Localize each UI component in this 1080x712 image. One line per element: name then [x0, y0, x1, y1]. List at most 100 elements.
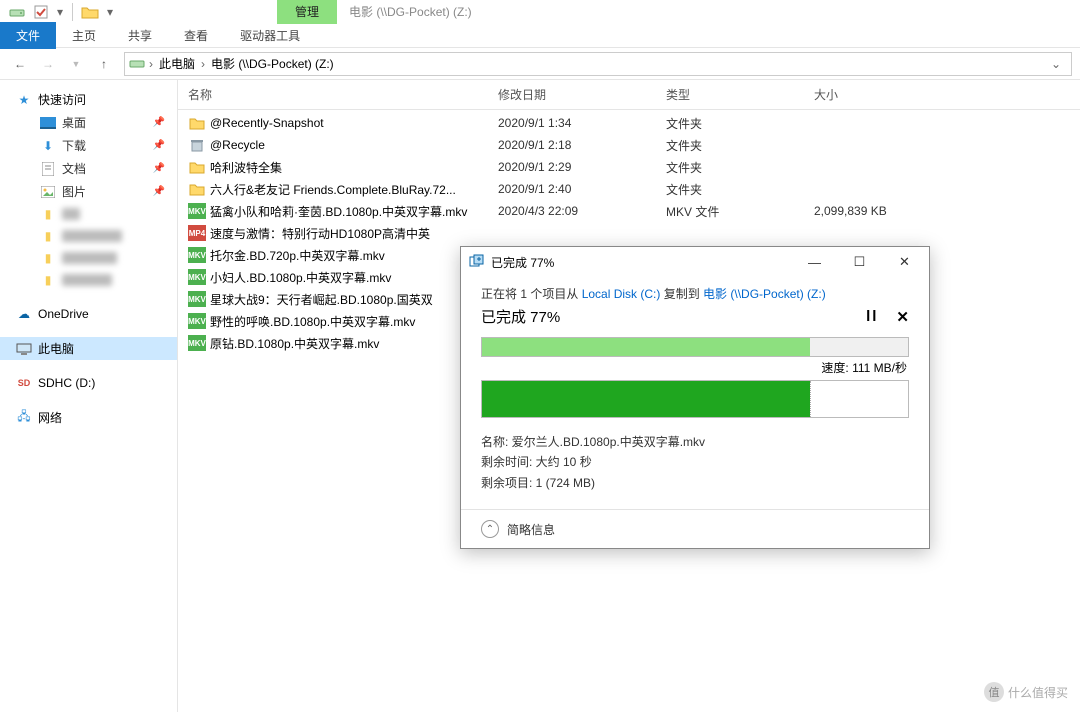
file-size: 2,099,839 KB [814, 204, 954, 218]
column-date[interactable]: 修改日期 [498, 86, 666, 103]
cancel-button[interactable]: ✕ [896, 308, 909, 326]
qat-dropdown-icon[interactable]: ▾ [103, 1, 117, 23]
chevron-right-icon[interactable]: › [197, 57, 209, 71]
folder-icon: ▮ [40, 228, 56, 244]
dialog-title: 已完成 77% [491, 254, 792, 271]
sidebar-item-documents[interactable]: 文档 📌 [0, 157, 177, 180]
file-type: 文件夹 [666, 159, 814, 176]
file-row[interactable]: @Recycle2020/9/1 2:18文件夹 [178, 134, 1080, 156]
pin-icon: 📌 [153, 117, 165, 128]
address-box[interactable]: › 此电脑 › 电影 (\\DG-Pocket) (Z:) ⌄ [124, 52, 1072, 76]
nav-back-button[interactable]: ← [8, 52, 32, 76]
sidebar-item-label: 快速访问 [38, 91, 86, 108]
fewer-details-toggle[interactable]: ⌃ 简略信息 [461, 509, 929, 548]
desktop-icon [40, 115, 56, 131]
chevron-right-icon[interactable]: › [145, 57, 157, 71]
file-name: 托尔金.BD.720p.中英双字幕.mkv [210, 247, 498, 264]
file-name: 六人行&老友记 Friends.Complete.BluRay.72... [210, 181, 498, 198]
file-name: 野性的呼唤.BD.1080p.中英双字幕.mkv [210, 313, 498, 330]
computer-icon [16, 341, 32, 357]
dest-link[interactable]: 电影 (\\DG-Pocket) (Z:) [703, 287, 826, 301]
title-bar: ▾ ▾ 管理 电影 (\\DG-Pocket) (Z:) [0, 0, 1080, 23]
sidebar-item-label: 图片 [62, 183, 86, 200]
speed-label: 速度: 111 MB/秒 [481, 359, 907, 376]
folder-icon: ▮ [40, 250, 56, 266]
ribbon-tab-home[interactable]: 主页 [56, 22, 112, 49]
source-link[interactable]: Local Disk (C:) [582, 287, 661, 301]
dropdown-icon[interactable]: ▾ [54, 1, 66, 23]
file-row[interactable]: 六人行&老友记 Friends.Complete.BluRay.72...202… [178, 178, 1080, 200]
file-name: @Recycle [210, 138, 498, 152]
sidebar-item-label: SDHC (D:) [38, 376, 95, 390]
speed-chart [481, 380, 909, 418]
folder-trash-icon [188, 137, 206, 153]
sidebar-item-this-pc[interactable]: 此电脑 [0, 337, 177, 360]
drive-icon [129, 56, 145, 72]
sidebar-item-blurred[interactable]: ▮ [0, 269, 177, 291]
breadcrumb-path[interactable]: 电影 (\\DG-Pocket) (Z:) [209, 55, 336, 72]
pin-icon: 📌 [153, 163, 165, 174]
sidebar-item-blurred[interactable]: ▮ [0, 225, 177, 247]
sidebar-item-label: OneDrive [38, 307, 89, 321]
column-name[interactable]: 名称 [188, 86, 498, 103]
minimize-button[interactable]: — [792, 248, 837, 276]
copy-progress-dialog: 已完成 77% — ☐ ✕ 正在将 1 个项目从 Local Disk (C:)… [460, 246, 930, 549]
file-date: 2020/9/1 2:18 [498, 138, 666, 152]
maximize-button[interactable]: ☐ [837, 248, 882, 276]
star-icon: ★ [16, 92, 32, 108]
column-size[interactable]: 大小 [814, 86, 954, 103]
file-row[interactable]: 哈利波特全集2020/9/1 2:29文件夹 [178, 156, 1080, 178]
sidebar-item-desktop[interactable]: 桌面 📌 [0, 111, 177, 134]
file-date: 2020/9/1 1:34 [498, 116, 666, 130]
sidebar-item-sdhc[interactable]: SD SDHC (D:) [0, 372, 177, 394]
close-button[interactable]: ✕ [882, 248, 927, 276]
ribbon-tab-view[interactable]: 查看 [168, 22, 224, 49]
sidebar-item-pictures[interactable]: 图片 📌 [0, 180, 177, 203]
file-date: 2020/9/1 2:29 [498, 160, 666, 174]
ribbon-file-tab[interactable]: 文件 [0, 22, 56, 49]
nav-up-button[interactable]: ↑ [92, 52, 116, 76]
address-dropdown[interactable]: ⌄ [1045, 57, 1067, 71]
progress-bar [481, 337, 909, 357]
sidebar-item-blurred[interactable]: ▮ [0, 247, 177, 269]
ribbon-tab-drive-tools[interactable]: 驱动器工具 [224, 22, 316, 49]
manage-context-tab[interactable]: 管理 [277, 0, 337, 24]
address-bar: ← → ▼ ↑ › 此电脑 › 电影 (\\DG-Pocket) (Z:) ⌄ [0, 48, 1080, 80]
file-type: 文件夹 [666, 115, 814, 132]
file-date: 2020/9/1 2:40 [498, 182, 666, 196]
file-type: 文件夹 [666, 181, 814, 198]
dialog-title-bar[interactable]: 已完成 77% — ☐ ✕ [461, 247, 929, 277]
checkbox-icon[interactable] [30, 1, 52, 23]
pin-icon: 📌 [153, 186, 165, 197]
picture-icon [40, 184, 56, 200]
nav-forward-button[interactable]: → [36, 52, 60, 76]
file-row[interactable]: MKV猛禽小队和哈莉·奎茵.BD.1080p.中英双字幕.mkv2020/4/3… [178, 200, 1080, 222]
sidebar-item-onedrive[interactable]: ☁ OneDrive [0, 303, 177, 325]
breadcrumb-root[interactable]: 此电脑 [157, 55, 197, 72]
pause-button[interactable]: ll [866, 308, 878, 326]
ribbon: 文件 主页 共享 查看 驱动器工具 [0, 23, 1080, 48]
file-name: 哈利波特全集 [210, 159, 498, 176]
ribbon-tab-share[interactable]: 共享 [112, 22, 168, 49]
sidebar-item-label: 网络 [38, 409, 62, 426]
document-icon [40, 161, 56, 177]
sidebar-item-network[interactable]: 🖧 网络 [0, 406, 177, 429]
progress-label: 已完成 77% [481, 306, 560, 327]
sidebar-quick-access[interactable]: ★ 快速访问 [0, 88, 177, 111]
cloud-icon: ☁ [16, 306, 32, 322]
folder-icon: ▮ [40, 206, 56, 222]
sidebar-item-downloads[interactable]: ⬇ 下载 📌 [0, 134, 177, 157]
sidebar-item-blurred[interactable]: ▮ [0, 203, 177, 225]
copy-icon [469, 254, 485, 270]
copy-details: 名称: 爱尔兰人.BD.1080p.中英双字幕.mkv 剩余时间: 大约 10 … [481, 432, 909, 493]
column-type[interactable]: 类型 [666, 86, 814, 103]
sidebar-item-label: 此电脑 [38, 340, 74, 357]
file-name: 速度与激情：特别行动HD1080P高清中英 [210, 225, 498, 242]
file-row[interactable]: @Recently-Snapshot2020/9/1 1:34文件夹 [178, 112, 1080, 134]
folder-icon: ▮ [40, 272, 56, 288]
copy-message: 正在将 1 个项目从 Local Disk (C:) 复制到 电影 (\\DG-… [481, 285, 909, 302]
drive-icon [6, 1, 28, 23]
watermark-icon: 值 [984, 682, 1004, 702]
file-row[interactable]: MP4速度与激情：特别行动HD1080P高清中英 [178, 222, 1080, 244]
nav-recent-dropdown[interactable]: ▼ [64, 52, 88, 76]
